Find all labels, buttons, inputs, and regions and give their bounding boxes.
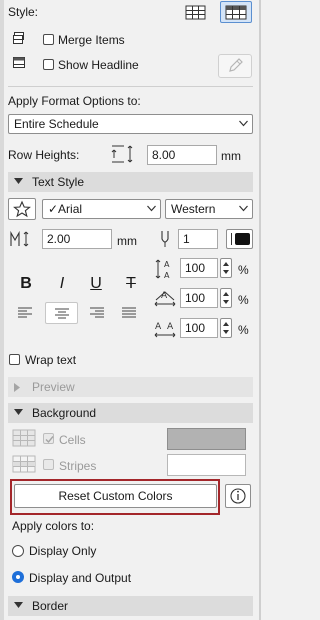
- svg-text:A: A: [164, 271, 170, 280]
- collapse-triangle-icon: [14, 178, 23, 184]
- display-and-output-radio[interactable]: [12, 571, 24, 583]
- star-icon: [13, 200, 31, 218]
- cells-color-swatch[interactable]: [167, 428, 246, 450]
- width-factor-stepper[interactable]: [220, 288, 232, 308]
- table-grid-header-icon: [225, 5, 247, 20]
- apply-format-dropdown[interactable]: Entire Schedule: [8, 114, 253, 134]
- reset-custom-colors-button[interactable]: Reset Custom Colors: [14, 484, 217, 508]
- headline-icon: [13, 57, 25, 68]
- stripes-color-swatch[interactable]: [167, 454, 246, 476]
- favorite-style-button[interactable]: [8, 198, 36, 220]
- row-heights-label: Row Heights:: [8, 148, 80, 162]
- char-spacing-input[interactable]: 100: [180, 318, 218, 338]
- pen-icon: [161, 231, 169, 247]
- swatch-divider: [231, 233, 232, 245]
- svg-text:A: A: [155, 322, 162, 332]
- display-only-label: Display Only: [29, 544, 97, 558]
- pen-number-input[interactable]: 1: [178, 229, 218, 249]
- style-label: Style:: [8, 5, 39, 19]
- wrap-text-checkbox[interactable]: [9, 354, 20, 365]
- collapse-triangle-icon: [14, 409, 23, 415]
- text-size-unit: mm: [117, 234, 137, 248]
- stepper-arrows-icon: [223, 292, 229, 304]
- show-headline-label: Show Headline: [58, 58, 139, 72]
- width-factor-input[interactable]: 100: [180, 288, 218, 308]
- info-icon: [230, 488, 246, 504]
- italic-button[interactable]: I: [50, 273, 74, 295]
- edit-headline-button[interactable]: [218, 54, 252, 78]
- char-spacing-unit: %: [238, 323, 249, 337]
- pencil-icon: [229, 58, 243, 72]
- show-headline-checkbox[interactable]: [43, 59, 54, 70]
- table-grid-icon: [185, 5, 206, 20]
- font-dropdown[interactable]: ✓Arial: [42, 199, 161, 219]
- divider: [8, 86, 253, 87]
- cells-checkbox[interactable]: [43, 433, 54, 444]
- merge-items-icon: [13, 32, 24, 44]
- align-left-icon[interactable]: [17, 306, 33, 320]
- line-spacing-input[interactable]: 100: [180, 258, 218, 278]
- line-spacing-icon: A A: [155, 259, 170, 280]
- font-value: ✓Arial: [48, 202, 83, 216]
- svg-text:A: A: [164, 260, 170, 269]
- chevron-down-icon: [239, 120, 248, 127]
- style-grid-bold-button[interactable]: [220, 1, 252, 23]
- width-factor-icon: A: [154, 291, 176, 307]
- align-center-icon: [55, 308, 69, 319]
- text-style-section-header[interactable]: Text Style: [8, 172, 253, 192]
- char-spacing-icon: A A: [154, 322, 176, 338]
- merge-items-checkbox[interactable]: [43, 34, 54, 45]
- apply-format-label: Apply Format Options to:: [8, 94, 141, 108]
- stripes-grid-icon: [12, 455, 36, 473]
- expand-triangle-icon: [14, 383, 20, 392]
- stripes-label: Stripes: [59, 459, 97, 473]
- pen-color-button[interactable]: [226, 229, 253, 249]
- background-title: Background: [32, 406, 97, 420]
- apply-colors-label: Apply colors to:: [12, 519, 95, 533]
- text-size-icon: [10, 230, 29, 247]
- panel-left-strip: [0, 0, 4, 620]
- row-height-icon: [111, 145, 133, 163]
- info-button[interactable]: [225, 484, 251, 508]
- strikethrough-button[interactable]: T: [119, 273, 143, 295]
- display-and-output-label: Display and Output: [29, 571, 132, 585]
- border-section-header[interactable]: Border: [8, 596, 253, 616]
- background-section-header[interactable]: Background: [8, 403, 253, 423]
- stepper-arrows-icon: [223, 262, 229, 274]
- stepper-arrows-icon: [223, 322, 229, 334]
- line-spacing-stepper[interactable]: [220, 258, 232, 278]
- apply-format-value: Entire Schedule: [14, 117, 99, 131]
- line-spacing-unit: %: [238, 263, 249, 277]
- text-size-input[interactable]: 2.00: [42, 229, 112, 249]
- bold-button[interactable]: B: [14, 273, 38, 295]
- pen-color-swatch: [235, 233, 250, 245]
- align-right-icon[interactable]: [89, 306, 105, 320]
- border-title: Border: [32, 599, 69, 613]
- script-value: Western: [171, 202, 216, 216]
- script-dropdown[interactable]: Western: [165, 199, 253, 219]
- row-heights-unit: mm: [221, 149, 241, 163]
- row-heights-input[interactable]: 8.00: [147, 145, 217, 165]
- style-grid-button[interactable]: [181, 2, 211, 22]
- char-spacing-stepper[interactable]: [220, 318, 232, 338]
- stripes-checkbox[interactable]: [43, 459, 54, 470]
- wrap-text-label: Wrap text: [25, 353, 77, 367]
- preview-title: Preview: [32, 380, 75, 394]
- underline-button[interactable]: U: [84, 273, 108, 295]
- cells-grid-icon: [12, 429, 36, 447]
- chevron-down-icon: [147, 205, 156, 212]
- display-only-radio[interactable]: [12, 545, 24, 557]
- align-center-button[interactable]: [45, 302, 78, 324]
- align-justify-icon[interactable]: [121, 306, 137, 320]
- width-factor-unit: %: [238, 293, 249, 307]
- preview-section-header[interactable]: Preview: [8, 377, 253, 397]
- text-style-title: Text Style: [32, 175, 85, 189]
- checkmark-icon: [45, 436, 54, 444]
- chevron-down-icon: [239, 205, 248, 212]
- cells-label: Cells: [59, 433, 86, 447]
- svg-text:A: A: [167, 322, 174, 332]
- panel-right-edge: [259, 0, 261, 620]
- collapse-triangle-icon: [14, 602, 23, 608]
- merge-items-label: Merge Items: [58, 33, 125, 47]
